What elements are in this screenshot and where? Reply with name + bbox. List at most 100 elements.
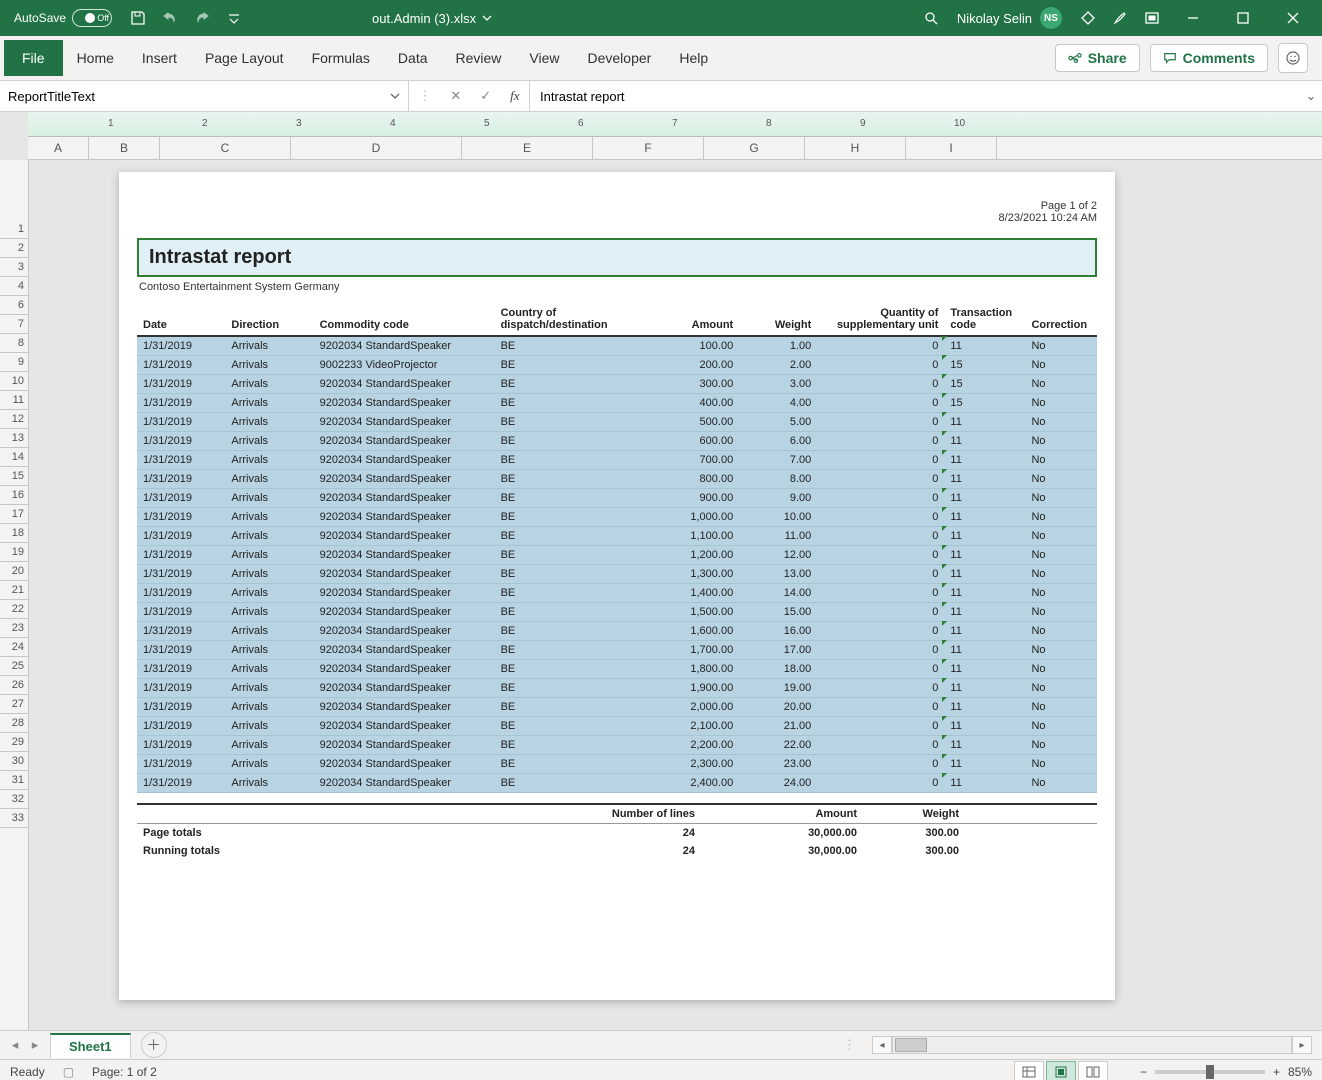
row-header-8[interactable]: 8 xyxy=(0,334,28,353)
col-header-I[interactable]: I xyxy=(906,137,997,159)
table-row[interactable]: 1/31/2019Arrivals9202034 StandardSpeaker… xyxy=(137,375,1097,394)
chevron-down-icon[interactable] xyxy=(390,91,400,101)
row-header-30[interactable]: 30 xyxy=(0,752,28,771)
row-header-9[interactable]: 9 xyxy=(0,353,28,372)
row-header-2[interactable]: 2 xyxy=(0,239,28,258)
view-pagebreak-button[interactable] xyxy=(1078,1061,1108,1080)
expand-formula-icon[interactable]: ⌄ xyxy=(1300,81,1322,111)
table-row[interactable]: 1/31/2019Arrivals9202034 StandardSpeaker… xyxy=(137,546,1097,565)
ribbon-tab-view[interactable]: View xyxy=(515,40,573,76)
row-header-32[interactable]: 32 xyxy=(0,790,28,809)
view-pagelayout-button[interactable] xyxy=(1046,1061,1076,1080)
col-header-F[interactable]: F xyxy=(593,137,704,159)
row-header-29[interactable]: 29 xyxy=(0,733,28,752)
comments-button[interactable]: Comments xyxy=(1150,44,1268,72)
report-title-cell[interactable]: Intrastat report xyxy=(137,238,1097,277)
zoom-slider[interactable] xyxy=(1155,1070,1265,1074)
table-row[interactable]: 1/31/2019Arrivals9202034 StandardSpeaker… xyxy=(137,717,1097,736)
table-row[interactable]: 1/31/2019Arrivals9202034 StandardSpeaker… xyxy=(137,565,1097,584)
row-header-33[interactable]: 33 xyxy=(0,809,28,828)
col-header-D[interactable]: D xyxy=(291,137,462,159)
table-row[interactable]: 1/31/2019Arrivals9002233 VideoProjectorB… xyxy=(137,356,1097,375)
macro-record-icon[interactable]: ▢ xyxy=(63,1065,74,1079)
ribbon-tab-home[interactable]: Home xyxy=(63,40,128,76)
table-row[interactable]: 1/31/2019Arrivals9202034 StandardSpeaker… xyxy=(137,755,1097,774)
row-header-28[interactable]: 28 xyxy=(0,714,28,733)
app-mode-icon[interactable] xyxy=(1138,4,1166,32)
ribbon-tab-insert[interactable]: Insert xyxy=(128,40,191,76)
col-header-A[interactable]: A xyxy=(28,137,89,159)
ribbon-tab-help[interactable]: Help xyxy=(665,40,722,76)
row-header-21[interactable]: 21 xyxy=(0,581,28,600)
sheet-nav[interactable]: ◂▸ xyxy=(0,1037,50,1053)
scroll-right-icon[interactable]: ▸ xyxy=(1292,1036,1312,1054)
close-button[interactable] xyxy=(1270,0,1316,36)
ribbon-tab-developer[interactable]: Developer xyxy=(574,40,666,76)
table-row[interactable]: 1/31/2019Arrivals9202034 StandardSpeaker… xyxy=(137,603,1097,622)
user-account[interactable]: Nikolay Selin NS xyxy=(949,7,1070,29)
fx-icon[interactable]: fx xyxy=(510,88,519,104)
row-header-16[interactable]: 16 xyxy=(0,486,28,505)
name-box[interactable]: ReportTitleText xyxy=(0,81,409,111)
row-header-23[interactable]: 23 xyxy=(0,619,28,638)
row-header-14[interactable]: 14 xyxy=(0,448,28,467)
qat-dropdown-icon[interactable] xyxy=(220,4,248,32)
col-header-G[interactable]: G xyxy=(704,137,805,159)
ribbon-tab-file[interactable]: File xyxy=(4,40,63,76)
row-header-18[interactable]: 18 xyxy=(0,524,28,543)
row-header-24[interactable]: 24 xyxy=(0,638,28,657)
table-row[interactable]: 1/31/2019Arrivals9202034 StandardSpeaker… xyxy=(137,394,1097,413)
undo-icon[interactable] xyxy=(156,4,184,32)
view-normal-button[interactable] xyxy=(1014,1061,1044,1080)
col-header-C[interactable]: C xyxy=(160,137,291,159)
table-row[interactable]: 1/31/2019Arrivals9202034 StandardSpeaker… xyxy=(137,413,1097,432)
table-row[interactable]: 1/31/2019Arrivals9202034 StandardSpeaker… xyxy=(137,660,1097,679)
row-header-10[interactable]: 10 xyxy=(0,372,28,391)
row-header-19[interactable]: 19 xyxy=(0,543,28,562)
row-headers[interactable]: 1234678910111213141516171819202122232425… xyxy=(0,160,29,1030)
table-row[interactable]: 1/31/2019Arrivals9202034 StandardSpeaker… xyxy=(137,698,1097,717)
table-row[interactable]: 1/31/2019Arrivals9202034 StandardSpeaker… xyxy=(137,432,1097,451)
table-row[interactable]: 1/31/2019Arrivals9202034 StandardSpeaker… xyxy=(137,584,1097,603)
formula-bar[interactable]: Intrastat report xyxy=(530,81,1300,111)
share-button[interactable]: Share xyxy=(1055,44,1140,72)
maximize-button[interactable] xyxy=(1220,0,1266,36)
table-row[interactable]: 1/31/2019Arrivals9202034 StandardSpeaker… xyxy=(137,508,1097,527)
row-header-1[interactable]: 1 xyxy=(0,220,28,239)
redo-icon[interactable] xyxy=(188,4,216,32)
row-header-6[interactable]: 6 xyxy=(0,296,28,315)
table-row[interactable]: 1/31/2019Arrivals9202034 StandardSpeaker… xyxy=(137,641,1097,660)
table-row[interactable]: 1/31/2019Arrivals9202034 StandardSpeaker… xyxy=(137,489,1097,508)
table-row[interactable]: 1/31/2019Arrivals9202034 StandardSpeaker… xyxy=(137,336,1097,356)
minimize-button[interactable] xyxy=(1170,0,1216,36)
row-header-31[interactable]: 31 xyxy=(0,771,28,790)
row-header-12[interactable]: 12 xyxy=(0,410,28,429)
table-row[interactable]: 1/31/2019Arrivals9202034 StandardSpeaker… xyxy=(137,774,1097,793)
table-row[interactable]: 1/31/2019Arrivals9202034 StandardSpeaker… xyxy=(137,451,1097,470)
table-row[interactable]: 1/31/2019Arrivals9202034 StandardSpeaker… xyxy=(137,470,1097,489)
table-row[interactable]: 1/31/2019Arrivals9202034 StandardSpeaker… xyxy=(137,622,1097,641)
tab-split-grip[interactable]: ⋮ xyxy=(837,1037,862,1053)
row-header-17[interactable]: 17 xyxy=(0,505,28,524)
brush-icon[interactable] xyxy=(1106,4,1134,32)
row-header-4[interactable]: 4 xyxy=(0,277,28,296)
sheet-tab-sheet1[interactable]: Sheet1 xyxy=(50,1033,131,1058)
table-row[interactable]: 1/31/2019Arrivals9202034 StandardSpeaker… xyxy=(137,736,1097,755)
row-header-26[interactable]: 26 xyxy=(0,676,28,695)
col-header-B[interactable]: B xyxy=(89,137,160,159)
horizontal-scrollbar[interactable]: ◂ ▸ xyxy=(872,1036,1312,1054)
zoom-out-icon[interactable]: − xyxy=(1140,1065,1147,1079)
save-icon[interactable] xyxy=(124,4,152,32)
zoom-control[interactable]: − + 85% xyxy=(1140,1065,1312,1079)
diamond-icon[interactable] xyxy=(1074,4,1102,32)
enter-icon[interactable]: ✓ xyxy=(480,88,491,104)
row-header-20[interactable]: 20 xyxy=(0,562,28,581)
feedback-button[interactable] xyxy=(1278,43,1308,73)
table-row[interactable]: 1/31/2019Arrivals9202034 StandardSpeaker… xyxy=(137,679,1097,698)
row-header-22[interactable]: 22 xyxy=(0,600,28,619)
autosave-toggle[interactable]: AutoSave Off xyxy=(6,9,120,27)
scroll-left-icon[interactable]: ◂ xyxy=(872,1036,892,1054)
row-header-15[interactable]: 15 xyxy=(0,467,28,486)
col-header-H[interactable]: H xyxy=(805,137,906,159)
table-row[interactable]: 1/31/2019Arrivals9202034 StandardSpeaker… xyxy=(137,527,1097,546)
